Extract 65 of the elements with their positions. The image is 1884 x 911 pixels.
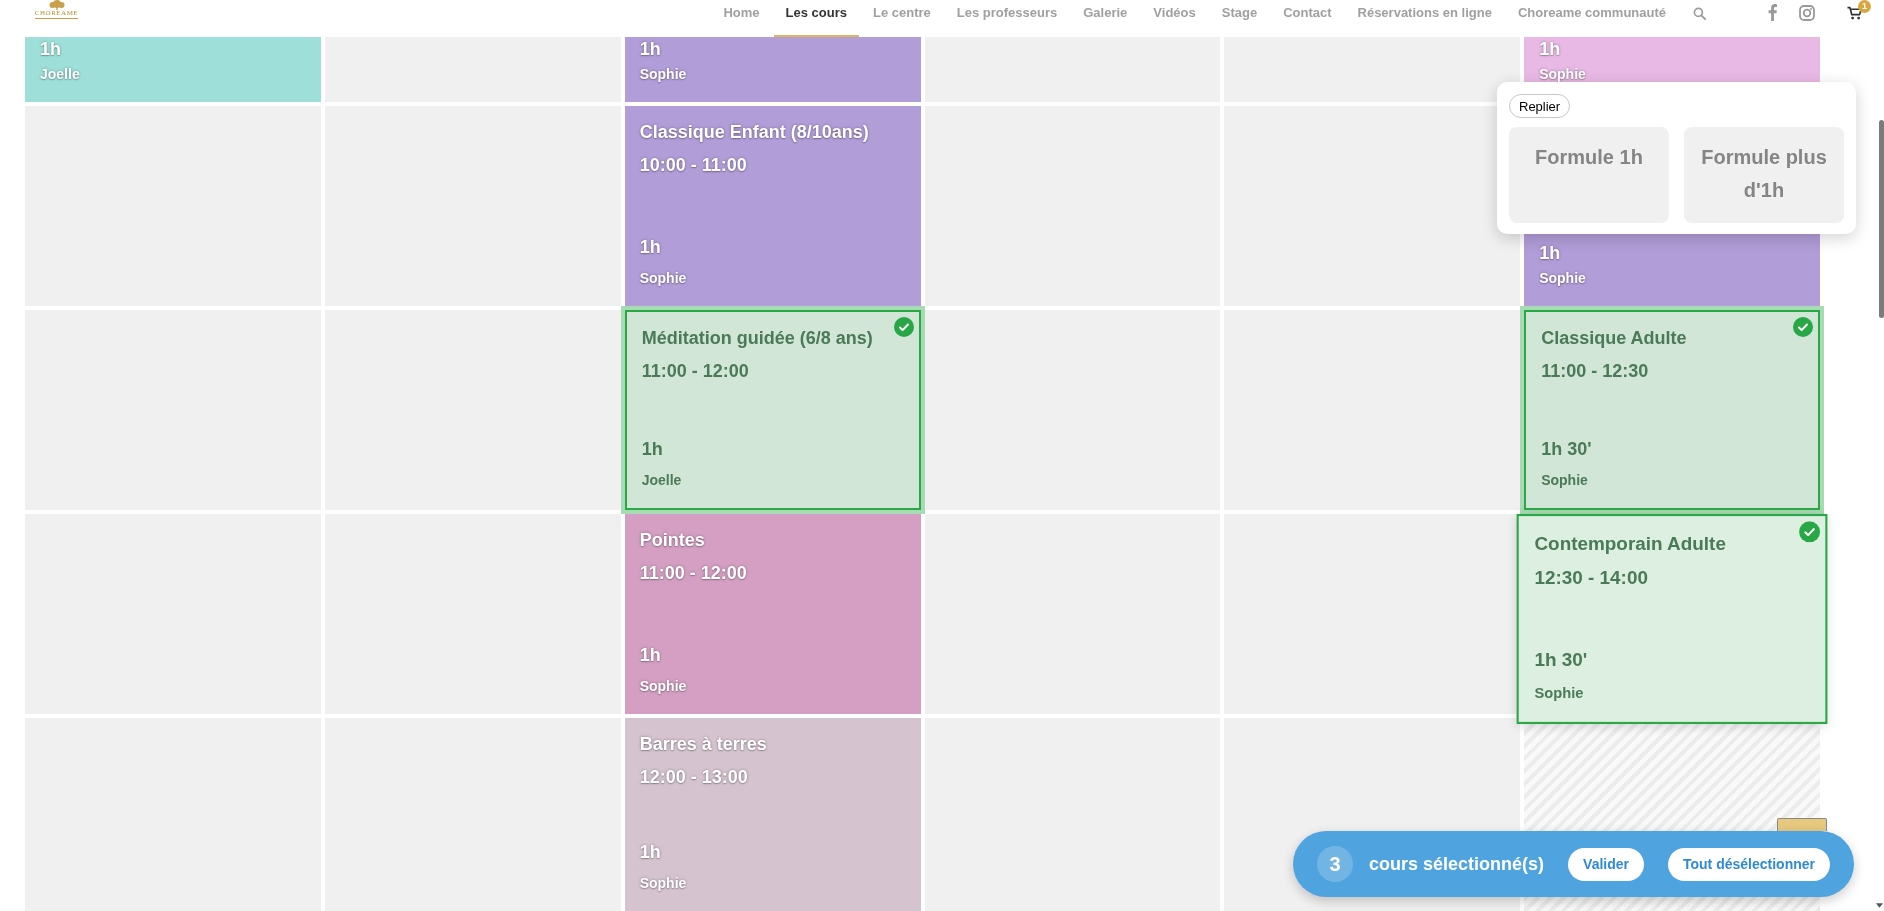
course-card[interactable]: Classique Enfant (8/10ans) 10:00 - 11:00 1h Sophie <box>624 106 921 306</box>
deselect-all-button[interactable]: Tout désélectionner <box>1668 847 1830 881</box>
scroll-down-arrow-icon[interactable] <box>1876 903 1883 908</box>
course-time: 11:00 - 12:00 <box>641 360 750 382</box>
teacher-name: Sophie <box>639 66 688 82</box>
check-icon <box>1799 521 1821 543</box>
collapse-button[interactable]: Replier <box>1509 94 1571 118</box>
course-title: Barres à terres <box>639 733 768 755</box>
cart-count-badge: 1 <box>1858 0 1871 13</box>
nav-link[interactable]: Home <box>711 0 772 37</box>
check-icon <box>893 317 914 337</box>
check-icon <box>1793 317 1813 337</box>
course-title: Méditation guidée (6/8 ans) <box>641 327 874 349</box>
teacher-name: Sophie <box>1541 472 1589 488</box>
scroll-top-button[interactable] <box>1777 818 1827 831</box>
course-title: Contemporain Adulte <box>1534 531 1728 555</box>
course-duration: 1h <box>639 38 662 60</box>
course-duration: 1h <box>639 236 662 258</box>
nav-link[interactable]: Vidéos <box>1141 0 1208 37</box>
validate-button[interactable]: Valider <box>1568 847 1644 881</box>
course-title: Pointes <box>639 529 706 551</box>
course-duration: 1h <box>641 438 664 460</box>
course-card[interactable]: Barres à terres 12:00 - 13:00 1h Sophie <box>624 718 921 911</box>
teacher-name: Sophie <box>639 678 688 694</box>
nav-link[interactable]: Réservations en ligne <box>1345 0 1504 37</box>
nav-link[interactable]: Choreame communauté <box>1505 0 1678 37</box>
course-duration: 1h <box>1539 242 1562 264</box>
teacher-name: Sophie <box>1539 270 1587 286</box>
instagram-icon[interactable] <box>1799 5 1815 21</box>
facebook-icon[interactable] <box>1768 4 1777 21</box>
nav-link[interactable]: Contact <box>1271 0 1344 37</box>
course-duration: 1h <box>639 644 662 666</box>
course-time: 11:00 - 12:00 <box>639 562 748 584</box>
course-time: 12:00 - 13:00 <box>639 766 749 788</box>
nav-link[interactable]: Stage <box>1209 0 1270 37</box>
course-time: 11:00 - 12:30 <box>1541 360 1650 382</box>
cart-icon[interactable] <box>1847 6 1862 20</box>
teacher-name: Joelle <box>641 472 683 488</box>
teacher-name: Sophie <box>1534 684 1585 701</box>
course-card[interactable]: 1h Joelle <box>25 37 321 102</box>
formula-option[interactable]: Formule 1h <box>1509 127 1669 223</box>
course-time: 10:00 - 11:00 <box>639 154 748 176</box>
course-duration: 1h <box>639 841 662 863</box>
course-duration: 1h 30' <box>1534 648 1589 672</box>
course-card[interactable]: 1h Sophie <box>624 37 921 102</box>
course-time: 12:30 - 14:00 <box>1534 566 1650 590</box>
teacher-name: Sophie <box>639 875 688 891</box>
nav-link[interactable]: Galerie <box>1071 0 1140 37</box>
teacher-name: Joelle <box>40 66 81 82</box>
formula-option[interactable]: Formule plus d'1h <box>1684 127 1844 223</box>
teacher-name: Sophie <box>1539 66 1587 82</box>
course-card[interactable]: Pointes 11:00 - 12:00 1h Sophie <box>624 514 921 714</box>
course-duration: 1h <box>1539 38 1562 60</box>
selected-count: 3 <box>1317 846 1353 882</box>
teacher-name: Sophie <box>639 270 688 286</box>
course-title: Classique Adulte <box>1541 327 1688 349</box>
course-card[interactable]: Contemporain Adulte 12:30 - 14:00 1h 30' Sophie <box>1516 514 1828 724</box>
scrollbar-thumb[interactable] <box>1879 120 1884 318</box>
nav-link[interactable]: Le centre <box>861 0 943 37</box>
search-icon[interactable] <box>1693 7 1706 20</box>
course-duration: 1h <box>40 38 62 60</box>
course-duration: 1h 30' <box>1541 438 1593 460</box>
nav-link[interactable]: Les professeurs <box>944 0 1070 37</box>
course-title: Classique Enfant (8/10ans) <box>639 121 870 143</box>
selection-label: cours sélectionné(s) <box>1369 852 1545 876</box>
